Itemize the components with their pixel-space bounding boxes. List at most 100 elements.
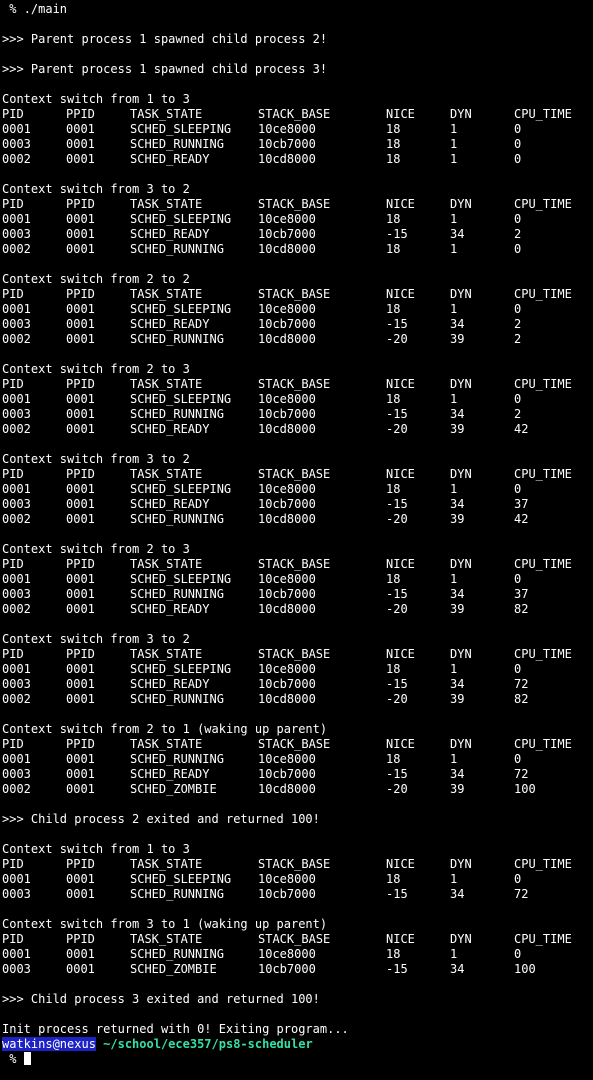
cell-ppid: 0001 — [66, 512, 95, 526]
header-task-state: TASK_STATE — [130, 557, 203, 571]
input-line[interactable]: % — [0, 1052, 593, 1067]
cell-cpu-time: 0 — [514, 242, 522, 256]
cell-pid: 0001 — [2, 947, 31, 961]
cell-task-state: SCHED_SLEEPING — [130, 122, 232, 136]
cell-dyn: 39 — [450, 782, 465, 796]
cell-task-state: SCHED_RUNNING — [130, 887, 224, 901]
table-row: 0001 0001 SCHED_SLEEPING 10ce8000 18 1 0 — [0, 662, 593, 677]
header-pid: PID — [2, 932, 24, 946]
cell-pid: 0001 — [2, 302, 31, 316]
table-header-row: PID PPID TASK_STATE STACK_BASE NICE DYN CPU_TI… — [0, 557, 593, 572]
cell-pid: 0001 — [2, 662, 31, 676]
cell-dyn: 34 — [450, 962, 465, 976]
header-dyn: DYN — [450, 467, 472, 481]
prompt-user-host: watkins@nexus — [2, 1037, 96, 1051]
cell-cpu-time: 0 — [514, 212, 522, 226]
header-pid: PID — [2, 737, 24, 751]
cell-stack-base: 10ce8000 — [258, 947, 316, 961]
cell-cpu-time: 100 — [514, 782, 536, 796]
cell-task-state: SCHED_SLEEPING — [130, 662, 232, 676]
cell-task-state: SCHED_SLEEPING — [130, 482, 232, 496]
header-dyn: DYN — [450, 932, 472, 946]
table-row: 0003 0001 SCHED_RUNNING 10cb7000 -15 34 2 — [0, 407, 593, 422]
cell-stack-base: 10cd8000 — [258, 332, 316, 346]
cell-stack-base: 10ce8000 — [258, 572, 316, 586]
header-pid: PID — [2, 557, 24, 571]
table-row: 0003 0001 SCHED_RUNNING 10cb7000 18 1 0 — [0, 137, 593, 152]
cell-ppid: 0001 — [66, 662, 95, 676]
context-switch-title: Context switch from 3 to 2 — [2, 452, 190, 466]
cell-nice: -15 — [386, 407, 408, 421]
cell-nice: -15 — [386, 767, 408, 781]
table-header-row: PID PPID TASK_STATE STACK_BASE NICE DYN CPU_TI… — [0, 737, 593, 752]
cell-dyn: 34 — [450, 767, 465, 781]
header-task-state: TASK_STATE — [130, 377, 203, 391]
header-cpu-time: CPU_TIME — [514, 857, 572, 871]
cell-task-state: SCHED_SLEEPING — [130, 392, 232, 406]
cell-nice: -15 — [386, 962, 408, 976]
cell-nice: -20 — [386, 422, 408, 436]
cell-stack-base: 10ce8000 — [258, 302, 316, 316]
cell-nice: -15 — [386, 317, 408, 331]
cell-ppid: 0001 — [66, 212, 95, 226]
cell-cpu-time: 72 — [514, 767, 529, 781]
table-row: 0002 0001 SCHED_RUNNING 10cd8000 -20 39 82 — [0, 692, 593, 707]
cell-pid: 0003 — [2, 137, 31, 151]
cell-pid: 0001 — [2, 872, 31, 886]
cell-ppid: 0001 — [66, 677, 95, 691]
cell-cpu-time: 82 — [514, 692, 529, 706]
cell-pid: 0003 — [2, 407, 31, 421]
cell-pid: 0001 — [2, 572, 31, 586]
prompt-symbol: % — [2, 2, 17, 16]
cell-dyn: 1 — [450, 572, 458, 586]
header-stack-base: STACK_BASE — [258, 647, 331, 661]
table-header-row: PID PPID TASK_STATE STACK_BASE NICE DYN CPU_TI… — [0, 107, 593, 122]
header-pid: PID — [2, 287, 24, 301]
cell-cpu-time: 0 — [514, 137, 522, 151]
cell-dyn: 1 — [450, 152, 458, 166]
table-row: 0002 0001 SCHED_RUNNING 10cd8000 18 1 0 — [0, 242, 593, 257]
cell-ppid: 0001 — [66, 767, 95, 781]
context-switch-block: Context switch from 2 to 1 (waking up pa… — [0, 722, 593, 842]
context-switch-block: Context switch from 1 to 3 PID PPID TASK_ST… — [0, 92, 593, 182]
prompt-symbol: % — [2, 1052, 17, 1066]
cell-task-state: SCHED_ZOMBIE — [130, 962, 217, 976]
cell-nice: 18 — [386, 872, 401, 886]
cell-task-state: SCHED_RUNNING — [130, 242, 224, 256]
cell-pid: 0001 — [2, 392, 31, 406]
table-row: 0001 0001 SCHED_SLEEPING 10ce8000 18 1 0 — [0, 482, 593, 497]
header-task-state: TASK_STATE — [130, 932, 203, 946]
context-switch-block: Context switch from 2 to 3 PID PPID TASK_ST… — [0, 542, 593, 632]
header-task-state: TASK_STATE — [130, 107, 203, 121]
shell-prompt: watkins@nexus ~/school/ece357/ps8-schedu… — [0, 1037, 593, 1052]
cell-pid: 0003 — [2, 587, 31, 601]
terminal-window[interactable]: % ./main >>> Parent process 1 spawned ch… — [0, 0, 593, 1080]
header-cpu-time: CPU_TIME — [514, 377, 572, 391]
cell-pid: 0002 — [2, 782, 31, 796]
table-row: 0002 0001 SCHED_READY 10cd8000 -20 39 82 — [0, 602, 593, 617]
header-cpu-time: CPU_TIME — [514, 197, 572, 211]
cell-cpu-time: 2 — [514, 332, 522, 346]
cell-task-state: SCHED_RUNNING — [130, 947, 224, 961]
header-pid: PID — [2, 647, 24, 661]
cell-stack-base: 10cb7000 — [258, 497, 316, 511]
cell-ppid: 0001 — [66, 692, 95, 706]
header-pid: PID — [2, 377, 24, 391]
header-stack-base: STACK_BASE — [258, 287, 331, 301]
cell-dyn: 39 — [450, 692, 465, 706]
cell-task-state: SCHED_RUNNING — [130, 332, 224, 346]
header-ppid: PPID — [66, 197, 95, 211]
cell-ppid: 0001 — [66, 137, 95, 151]
cell-dyn: 1 — [450, 392, 458, 406]
cell-stack-base: 10cb7000 — [258, 767, 316, 781]
cursor-block-icon — [23, 1052, 31, 1065]
context-switch-title: Context switch from 2 to 3 — [2, 362, 190, 376]
table-row: 0003 0001 SCHED_ZOMBIE 10cb7000 -15 34 100 — [0, 962, 593, 977]
cell-stack-base: 10cd8000 — [258, 152, 316, 166]
table-row: 0003 0001 SCHED_READY 10cb7000 -15 34 72 — [0, 677, 593, 692]
cell-task-state: SCHED_READY — [130, 767, 210, 781]
